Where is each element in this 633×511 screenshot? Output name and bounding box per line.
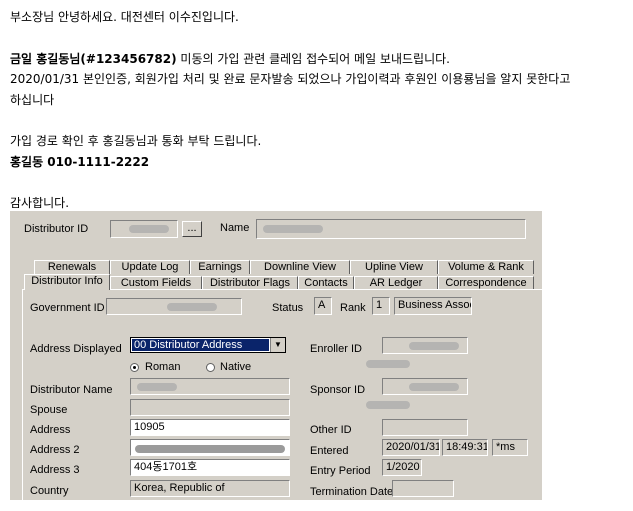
- country-label: Country: [30, 485, 69, 497]
- tab-upline-view[interactable]: Upline View: [350, 260, 438, 274]
- tab-downline-view[interactable]: Downline View: [250, 260, 350, 274]
- email-detail-line: 2020/01/31 본인인증, 회원가입 처리 및 완료 문자발송 되었으나 …: [10, 72, 571, 86]
- tab-earnings[interactable]: Earnings: [190, 260, 250, 274]
- termination-date-label: Termination Date: [310, 486, 394, 498]
- radio-roman[interactable]: [130, 363, 139, 372]
- entered-label: Entered: [310, 445, 349, 457]
- chevron-down-icon[interactable]: ▼: [270, 338, 285, 352]
- browse-button[interactable]: ...: [182, 221, 202, 237]
- government-id-field[interactable]: [106, 298, 242, 315]
- distributor-window: Distributor ID ... Name Renewals Update …: [10, 211, 542, 500]
- claim-text: 미동의 가입 관련 클레임 접수되어 메일 보내드립니다.: [176, 52, 450, 66]
- member-name-id: 금일 홍길동님(#123456782): [10, 52, 177, 66]
- tab-correspondence[interactable]: Correspondence: [438, 276, 534, 290]
- email-closing: 감사합니다.: [10, 196, 70, 210]
- tab-contacts[interactable]: Contacts: [298, 276, 354, 290]
- spouse-label: Spouse: [30, 404, 68, 416]
- distributor-name-header-field[interactable]: [256, 219, 526, 239]
- name-label: Name: [220, 222, 250, 234]
- government-id-label: Government ID: [30, 302, 105, 314]
- sponsor-id-label: Sponsor ID: [310, 384, 366, 396]
- entered-user-field: *ms: [492, 439, 528, 456]
- tab-ar-ledger[interactable]: AR Ledger: [354, 276, 438, 290]
- distributor-id-field[interactable]: [110, 220, 178, 238]
- other-id-field[interactable]: [382, 419, 468, 436]
- address2-field[interactable]: [130, 439, 290, 456]
- email-request-line: 가입 경로 확인 후 홍길동님과 통화 부탁 드립니다.: [10, 134, 262, 148]
- address-label: Address: [30, 424, 71, 436]
- rank-label: Rank: [340, 302, 366, 314]
- email-claim-line: 금일 홍길동님(#123456782) 미동의 가입 관련 클레임 접수되어 메…: [10, 52, 450, 66]
- entry-period-field: 1/2020: [382, 459, 422, 476]
- termination-date-field[interactable]: [392, 480, 454, 497]
- radio-native[interactable]: [206, 363, 215, 372]
- enroller-id-field[interactable]: [382, 337, 468, 354]
- tab-custom-fields[interactable]: Custom Fields: [110, 276, 202, 290]
- rank-name-field: Business Associate: [394, 297, 472, 315]
- entry-period-label: Entry Period: [310, 465, 371, 477]
- entered-time-field: 18:49:31: [442, 439, 488, 456]
- email-contact-line: 홍길동 010-1111-2222: [10, 155, 150, 169]
- distributor-name-label: Distributor Name: [30, 384, 113, 396]
- enroller-id-label: Enroller ID: [310, 343, 362, 355]
- tab-update-log[interactable]: Update Log: [110, 260, 190, 274]
- address-displayed-value: 00 Distributor Address: [132, 339, 269, 351]
- email-greeting: 부소장님 안녕하세요. 대전센터 이수진입니다.: [10, 10, 239, 24]
- status-label: Status: [272, 302, 304, 314]
- entered-date-field: 2020/01/31: [382, 439, 440, 456]
- email-detail-line-2: 하십니다: [10, 93, 55, 107]
- address-displayed-label: Address Displayed: [30, 343, 122, 355]
- address-displayed-select[interactable]: 00 Distributor Address ▼: [130, 337, 286, 353]
- rank-field[interactable]: 1: [372, 297, 390, 315]
- status-field[interactable]: A: [314, 297, 332, 315]
- other-id-label: Other ID: [310, 424, 352, 436]
- tab-renewals[interactable]: Renewals: [34, 260, 110, 274]
- tab-volume-rank[interactable]: Volume & Rank: [438, 260, 534, 274]
- country-field[interactable]: Korea, Republic of: [130, 480, 290, 497]
- tab-distributor-flags[interactable]: Distributor Flags: [202, 276, 298, 290]
- sponsor-id-field[interactable]: [382, 378, 468, 395]
- address3-field[interactable]: 404동1701호: [130, 459, 290, 476]
- distributor-id-label: Distributor ID: [24, 223, 89, 235]
- distributor-name-field[interactable]: [130, 378, 290, 395]
- address2-label: Address 2: [30, 444, 80, 456]
- spouse-field[interactable]: [130, 399, 290, 416]
- radio-native-label: Native: [220, 361, 252, 373]
- address-field[interactable]: 10905: [130, 419, 290, 436]
- address3-label: Address 3: [30, 464, 80, 476]
- tab-distributor-info[interactable]: Distributor Info: [24, 274, 110, 290]
- radio-roman-label: Roman: [145, 361, 181, 373]
